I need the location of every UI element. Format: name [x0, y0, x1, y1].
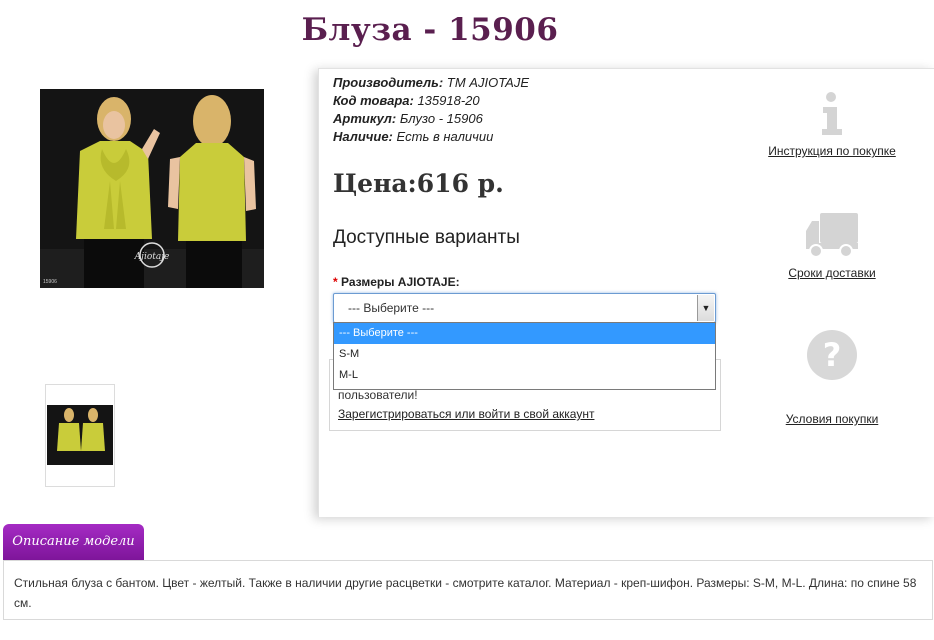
- product-info-panel: Производитель: ТМ AJIOTAJE Код товара: 1…: [318, 68, 934, 517]
- product-photo: Ajiotaje: [40, 89, 264, 288]
- delivery-block: Сроки доставки: [759, 211, 905, 282]
- size-select-value: --- Выберите ---: [348, 301, 435, 315]
- size-option[interactable]: S-M: [334, 344, 715, 365]
- login-message: пользователи!: [338, 388, 418, 402]
- question-icon: ?: [807, 330, 857, 380]
- svg-text:?: ?: [823, 336, 842, 374]
- instruction-link[interactable]: Инструкция по покупке: [768, 144, 896, 158]
- dropdown-arrow-icon[interactable]: ▼: [697, 295, 714, 321]
- spec-code: Код товара: 135918-20: [333, 93, 480, 108]
- delivery-link[interactable]: Сроки доставки: [788, 266, 875, 280]
- terms-link[interactable]: Условия покупки: [786, 412, 879, 426]
- svg-text:Ajiotaje: Ajiotaje: [134, 252, 170, 262]
- terms-block: ? Условия покупки: [759, 329, 905, 428]
- description-panel: Стильная блуза с бантом. Цвет - желтый. …: [3, 560, 933, 620]
- size-label: * Размеры AJIOTAJE:: [333, 275, 460, 289]
- size-dropdown-list[interactable]: --- Выберите --- S-M M-L: [333, 322, 716, 390]
- size-select[interactable]: --- Выберите --- ▼: [333, 293, 716, 323]
- spec-manufacturer: Производитель: ТМ AJIOTAJE: [333, 75, 530, 90]
- image-caption: 15906: [43, 279, 57, 285]
- product-main-image[interactable]: Ajiotaje 15906: [40, 89, 264, 288]
- page-title: Блуза - 15906: [301, 12, 559, 48]
- size-option[interactable]: M-L: [334, 365, 715, 386]
- product-specs: Производитель: ТМ AJIOTAJE Код товара: 1…: [333, 74, 529, 146]
- truck-icon: [806, 213, 858, 258]
- product-thumbnail[interactable]: [45, 384, 115, 487]
- info-icon: [822, 92, 842, 135]
- spec-article: Артикул: Блузо - 15906: [333, 111, 483, 126]
- required-mark: *: [333, 275, 342, 289]
- product-price: Цена:616 р.: [333, 169, 504, 198]
- product-description: Стильная блуза с бантом. Цвет - желтый. …: [14, 576, 917, 610]
- tab-description[interactable]: Описание модели: [3, 524, 144, 560]
- spec-stock: Наличие: Есть в наличии: [333, 129, 494, 144]
- size-option[interactable]: --- Выберите ---: [334, 323, 715, 344]
- instruction-block: Инструкция по покупке: [759, 91, 905, 160]
- login-link[interactable]: Зарегистрироваться или войти в свой акка…: [338, 407, 594, 421]
- thumbnail-image: [47, 405, 113, 465]
- variants-title: Доступные варианты: [333, 227, 520, 248]
